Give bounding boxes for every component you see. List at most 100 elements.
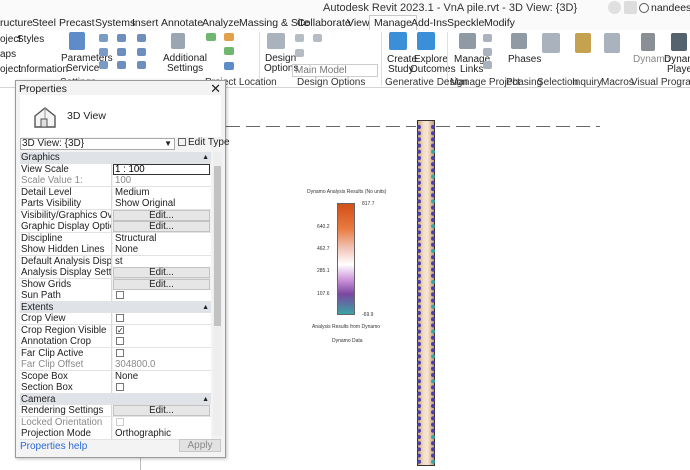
dynamo-icon[interactable] (641, 33, 655, 51)
tab-insert[interactable]: Insert (132, 17, 158, 29)
tab-modify[interactable]: Modify (484, 17, 515, 29)
settings-small-icon-1[interactable] (99, 34, 108, 42)
edit-button[interactable]: Edit... (113, 221, 210, 232)
edit-button[interactable]: Edit... (113, 267, 210, 278)
view-scale-input[interactable] (113, 163, 210, 175)
pile-marker (431, 453, 435, 458)
design-options-small-icon-1[interactable] (295, 34, 304, 42)
additional-settings-label2[interactable]: Settings (167, 63, 203, 74)
settings-small-icon-2[interactable] (99, 48, 108, 56)
type-selector-preview[interactable]: 3D View (20, 95, 221, 137)
properties-help-link[interactable]: Properties help (20, 441, 87, 452)
pile-marker (431, 311, 435, 315)
pile-marker (431, 187, 435, 191)
checkbox[interactable] (116, 383, 124, 391)
property-name: Sun Path (20, 290, 112, 301)
edit-button[interactable]: Edit... (113, 278, 210, 290)
apply-button[interactable]: Apply (179, 439, 221, 452)
type-name: 3D View (67, 110, 106, 122)
phases-label[interactable]: Phases (508, 54, 541, 65)
pile-marker (431, 137, 435, 142)
edit-button[interactable]: Edit... (113, 209, 210, 221)
property-value[interactable]: Structural (113, 232, 211, 244)
category-extents[interactable]: Extents ▲ (20, 301, 211, 313)
tab-speckle[interactable]: Speckle (447, 17, 484, 29)
explore-outcomes-icon[interactable] (417, 32, 435, 50)
dynamo-player-icon[interactable] (671, 33, 687, 51)
checkbox[interactable] (116, 314, 124, 322)
pile-marker (417, 428, 421, 433)
settings-small-icon-3[interactable] (99, 61, 108, 69)
tab-steel[interactable]: Steel (32, 17, 56, 29)
cart-icon[interactable] (624, 1, 637, 14)
collapse-icon[interactable]: ▲ (202, 394, 209, 405)
location-icon-2[interactable] (224, 33, 234, 41)
tab-precast[interactable]: Precast (59, 17, 95, 29)
tab-systems[interactable]: Systems (95, 17, 135, 29)
create-study-icon[interactable] (389, 32, 407, 50)
scrollbar-thumb[interactable] (214, 166, 221, 326)
property-value[interactable]: st (113, 255, 211, 267)
settings-small-icon-4[interactable] (117, 34, 126, 42)
category-graphics[interactable]: Graphics ▲ (20, 152, 211, 164)
properties-scrollbar[interactable] (213, 152, 222, 436)
edit-type-button[interactable]: Edit Type (178, 137, 230, 148)
main-model-select[interactable]: Main Model (292, 64, 378, 77)
tab-collaborate[interactable]: Collaborate (297, 17, 351, 29)
account-icon[interactable] (639, 3, 649, 13)
tab-analyze[interactable]: Analyze (202, 17, 239, 29)
property-value[interactable]: None (113, 244, 211, 255)
manage-small-icon-3[interactable] (483, 61, 492, 69)
location-icon-4[interactable] (224, 62, 234, 70)
checkbox[interactable]: ✓ (116, 325, 124, 334)
manage-links-label2[interactable]: Links (460, 64, 483, 75)
manage-small-icon-2[interactable] (483, 48, 492, 56)
settings-small-icon-7[interactable] (137, 34, 146, 42)
design-options-small-icon-2[interactable] (313, 34, 322, 42)
inquiry-icon[interactable] (575, 33, 591, 53)
tab-structure[interactable]: ructure (0, 17, 33, 29)
ribbon-item-styles[interactable]: Styles (17, 34, 44, 45)
settings-small-icon-5[interactable] (117, 48, 126, 56)
tab-view[interactable]: View (347, 17, 370, 29)
manage-links-icon[interactable] (459, 33, 476, 49)
collapse-icon[interactable]: ▲ (202, 152, 209, 163)
tab-add-ins[interactable]: Add-Ins (411, 17, 447, 29)
macros-icon[interactable] (604, 33, 620, 53)
tab-manage[interactable]: Manage (369, 15, 417, 31)
checkbox[interactable] (116, 291, 124, 299)
dynamo-player-label2[interactable]: Player (667, 64, 690, 75)
explore-outcomes-label2[interactable]: Outcomes (410, 64, 456, 75)
ribbon-item-information[interactable]: Information (18, 64, 68, 75)
wrench-icon[interactable] (171, 33, 185, 49)
property-value[interactable]: Medium (113, 186, 211, 198)
user-name[interactable]: nandeesh.ba (651, 2, 690, 14)
chevron-down-icon[interactable]: ▼ (164, 139, 172, 149)
selection-icon[interactable] (542, 33, 560, 53)
pile-element[interactable] (417, 120, 435, 466)
property-name: Scope Box (20, 370, 112, 382)
location-icon-1[interactable] (206, 33, 216, 41)
property-value[interactable]: Orthographic (113, 428, 211, 439)
parameters-service-icon[interactable] (69, 32, 85, 50)
parameters-service-label2[interactable]: Service (66, 63, 99, 74)
ribbon-item-maps[interactable]: aps (0, 49, 16, 60)
collapse-icon[interactable]: ▲ (202, 302, 209, 313)
tab-annotate[interactable]: Annotate (161, 17, 203, 29)
instance-selector[interactable]: 3D View: {3D} ▼ (20, 138, 175, 150)
settings-small-icon-8[interactable] (137, 48, 146, 56)
edit-button[interactable]: Edit... (113, 405, 210, 416)
design-options-small-icon-3[interactable] (295, 49, 304, 57)
checkbox[interactable] (116, 348, 124, 357)
phases-icon[interactable] (511, 33, 527, 49)
checkbox[interactable] (116, 337, 124, 345)
location-icon-3[interactable] (224, 47, 234, 55)
property-value[interactable]: Show Original (113, 198, 211, 209)
user-icon[interactable] (608, 1, 621, 14)
settings-small-icon-6[interactable] (117, 61, 126, 69)
settings-small-icon-9[interactable] (137, 61, 146, 69)
design-options-icon[interactable] (267, 33, 285, 49)
manage-small-icon-1[interactable] (483, 34, 492, 42)
category-camera[interactable]: Camera ▲ (20, 393, 211, 405)
property-value[interactable]: None (113, 370, 211, 382)
